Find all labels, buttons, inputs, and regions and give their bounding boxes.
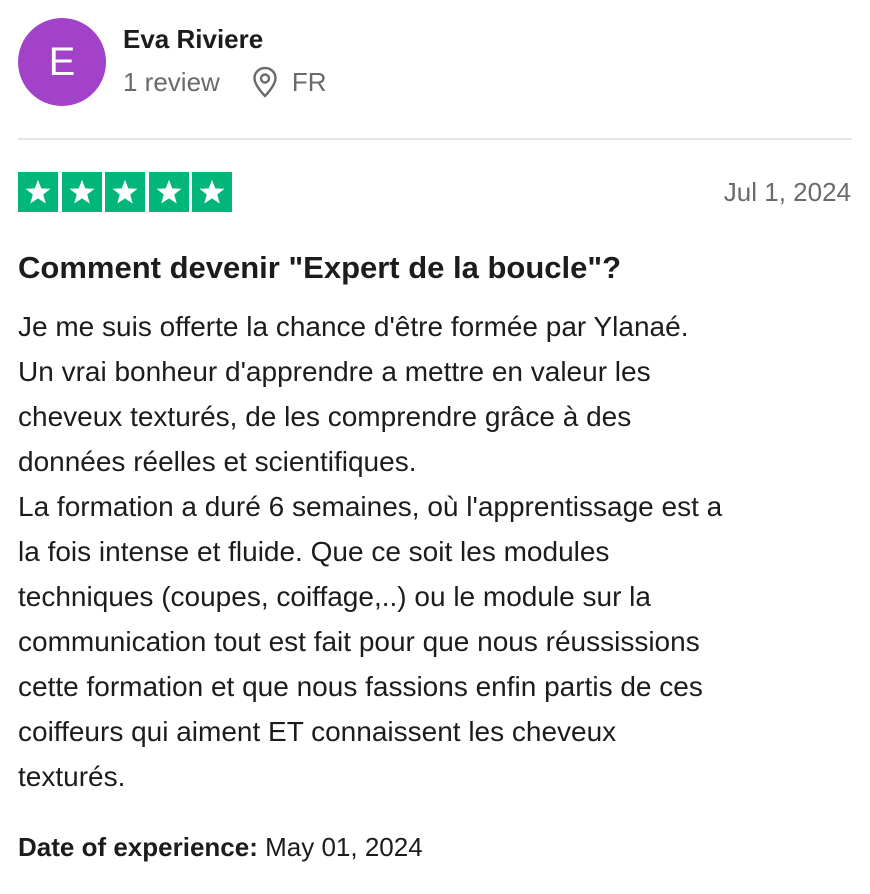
reviewer-info: Eva Riviere 1 review FR [123,22,327,98]
review-body-line: coiffeurs qui aiment ET connaissent les … [18,716,617,747]
country-code: FR [291,67,327,97]
review-body-line: La formation a duré 6 semaines, où l'app… [18,491,723,522]
review-body-line: cheveux texturés, de les comprendre grâc… [18,401,632,432]
review-body-line: cette formation et que nous fassions enf… [18,671,703,702]
star-icon [105,172,145,212]
reviewer-header: E Eva Riviere 1 review FR [18,18,327,108]
review-body-line: techniques (coupes, coiffage,..) ou le m… [18,581,651,612]
avatar[interactable]: E [18,18,106,106]
reviewer-location: FR [252,66,327,98]
reviewer-name[interactable]: Eva Riviere [123,22,327,56]
review-count: 1 review [123,67,220,97]
star-icon [192,172,232,212]
review-body-line: données réelles et scientifiques. [18,446,417,477]
review-body-line: la fois intense et fluide. Que ce soit l… [18,536,610,567]
review-title[interactable]: Comment devenir "Expert de la boucle"? [18,248,621,288]
review-body: Je me suis offerte la chance d'être form… [18,304,858,799]
star-icon [61,172,102,212]
review-body-line: Je me suis offerte la chance d'être form… [18,311,689,342]
map-pin-icon [252,66,278,98]
experience-label: Date of experience: [18,832,258,862]
review-body-line: Un vrai bonheur d'apprendre a mettre en … [18,356,651,387]
date-of-experience: Date of experience: May 01, 2024 [18,830,423,864]
review-body-line: texturés. [18,761,126,792]
experience-date: May 01, 2024 [265,832,423,862]
star-rating [18,172,232,212]
review-body-line: communication tout est fait pour que nou… [18,626,700,657]
star-icon [148,172,189,212]
divider [18,138,852,140]
reviewer-meta: 1 review FR [123,66,327,98]
review-card: E Eva Riviere 1 review FR Jul 1, 2024 Co… [0,0,870,894]
review-date: Jul 1, 2024 [723,177,851,207]
star-icon [18,172,58,212]
